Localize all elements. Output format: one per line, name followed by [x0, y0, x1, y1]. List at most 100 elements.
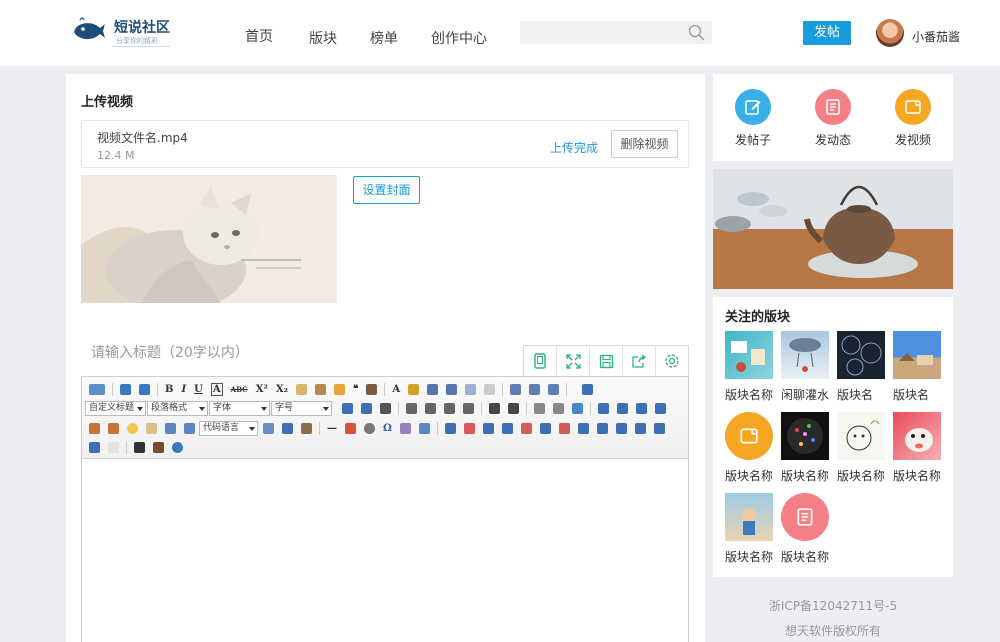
uppercase-icon[interactable]: [489, 402, 500, 414]
bold-icon[interactable]: B: [165, 384, 173, 395]
image-float-none-icon[interactable]: [598, 402, 609, 414]
attachment-icon[interactable]: [165, 422, 176, 434]
special-char-icon[interactable]: Ω: [383, 423, 392, 434]
font-size-select[interactable]: 字号: [271, 400, 332, 416]
ltr-direction-icon[interactable]: [342, 402, 353, 414]
font-color-icon[interactable]: A: [392, 384, 400, 395]
action-post[interactable]: 发帖子: [723, 89, 783, 148]
action-video[interactable]: 发视频: [883, 89, 943, 148]
merge-down-icon[interactable]: [615, 422, 627, 434]
emoji-icon[interactable]: [127, 422, 138, 434]
line-height-icon[interactable]: [548, 383, 560, 395]
search-input[interactable]: [520, 21, 680, 44]
print-icon[interactable]: [108, 441, 119, 453]
delete-col-icon[interactable]: [558, 422, 570, 434]
highlight-color-icon[interactable]: [408, 383, 420, 395]
merge-right-icon[interactable]: [596, 422, 608, 434]
superscript-icon[interactable]: X²: [256, 384, 268, 395]
wordimage-icon[interactable]: [399, 422, 411, 434]
insert-col-icon[interactable]: [539, 422, 551, 434]
icp-record[interactable]: 浙ICP备12042711号-5: [713, 597, 953, 614]
split-cols-icon[interactable]: [89, 441, 100, 453]
teapot-banner[interactable]: [713, 169, 953, 289]
board-item[interactable]: 版块名: [893, 331, 943, 403]
insert-paragraph-before-table-icon[interactable]: [482, 422, 494, 434]
board-item[interactable]: 版块名: [837, 331, 887, 403]
eraser-icon[interactable]: [295, 383, 307, 395]
nav-creator-center[interactable]: 创作中心: [431, 28, 487, 48]
board-item[interactable]: 版块名称: [725, 331, 775, 403]
board-item[interactable]: 闲聊灌水: [781, 331, 831, 403]
font-family-select[interactable]: 字体: [209, 400, 270, 416]
share-icon[interactable]: [623, 346, 656, 376]
rtl-direction-icon[interactable]: [361, 402, 372, 414]
drafts-icon[interactable]: [153, 441, 164, 453]
indent-icon[interactable]: [380, 402, 391, 414]
username[interactable]: 小番茄酱: [912, 28, 960, 45]
image-float-right-icon[interactable]: [636, 402, 647, 414]
time-icon[interactable]: [364, 422, 375, 434]
delete-row-icon[interactable]: [520, 422, 532, 434]
nav-boards[interactable]: 版块: [309, 28, 337, 48]
unordered-list-icon[interactable]: [446, 383, 458, 395]
lowercase-icon[interactable]: [508, 402, 519, 414]
format-brush-icon[interactable]: [314, 383, 326, 395]
custom-heading-select[interactable]: 自定义标题: [85, 400, 146, 416]
font-border-icon[interactable]: A: [210, 382, 223, 396]
underline-icon[interactable]: U: [194, 384, 203, 395]
clear-doc-icon[interactable]: [484, 383, 496, 395]
strikethrough-icon[interactable]: ABC: [231, 385, 248, 394]
find-icon[interactable]: [134, 441, 145, 453]
code-language-select[interactable]: 代码语言: [199, 420, 258, 436]
logo[interactable]: 短说社区 分享你的精彩: [72, 14, 172, 50]
auto-format-icon[interactable]: [333, 383, 345, 395]
background-icon[interactable]: [301, 422, 312, 434]
redo-icon[interactable]: [139, 383, 150, 395]
search-icon[interactable]: [688, 24, 705, 41]
ordered-list-icon[interactable]: [427, 383, 439, 395]
save-draft-icon[interactable]: [590, 346, 623, 376]
fullscreen-icon[interactable]: [557, 346, 590, 376]
undo-icon[interactable]: [120, 383, 131, 395]
post-button[interactable]: 发帖: [803, 21, 851, 45]
paste-text-icon[interactable]: [366, 383, 378, 395]
map-icon[interactable]: [184, 422, 195, 434]
select-all-icon[interactable]: [465, 383, 477, 395]
html-source-icon[interactable]: [89, 383, 105, 395]
insert-table-icon[interactable]: [444, 422, 456, 434]
horizontal-rule-icon[interactable]: —: [327, 423, 337, 434]
anchor-icon[interactable]: [572, 402, 583, 414]
image-center-icon[interactable]: [655, 402, 666, 414]
delete-table-icon[interactable]: [463, 422, 475, 434]
insert-image-icon[interactable]: [89, 422, 100, 434]
unlink-icon[interactable]: [553, 402, 564, 414]
action-moment[interactable]: 发动态: [803, 89, 863, 148]
merge-cells-icon[interactable]: [577, 422, 589, 434]
split-rows-icon[interactable]: [653, 422, 665, 434]
board-item[interactable]: 版块名称: [725, 493, 775, 565]
split-cells-icon[interactable]: [634, 422, 646, 434]
link-icon[interactable]: [534, 402, 545, 414]
row-spacing-bottom-icon[interactable]: [529, 383, 541, 395]
nav-ranking[interactable]: 榜单: [370, 28, 398, 48]
avatar[interactable]: [876, 19, 904, 47]
date-icon[interactable]: [345, 422, 356, 434]
board-item[interactable]: 版块名称: [893, 412, 943, 484]
template-icon[interactable]: [282, 422, 293, 434]
image-float-left-icon[interactable]: [617, 402, 628, 414]
board-item[interactable]: 版块名称: [725, 412, 775, 484]
quote-icon[interactable]: ❝: [353, 384, 358, 395]
row-spacing-top-icon[interactable]: [510, 383, 522, 395]
align-justify-icon[interactable]: [463, 402, 474, 414]
delete-video-button[interactable]: 删除视频: [611, 130, 678, 158]
align-right-icon[interactable]: [444, 402, 455, 414]
paragraph-format-select[interactable]: 段落格式: [147, 400, 208, 416]
search-replace-icon[interactable]: [418, 422, 430, 434]
post-title-input[interactable]: [81, 336, 521, 370]
italic-icon[interactable]: I: [181, 384, 186, 395]
nav-home[interactable]: 首页: [245, 26, 273, 46]
mobile-preview-icon[interactable]: [524, 346, 557, 376]
subscript-icon[interactable]: X₂: [276, 384, 288, 395]
editor-content-area[interactable]: [82, 459, 688, 642]
insert-row-icon[interactable]: [501, 422, 513, 434]
